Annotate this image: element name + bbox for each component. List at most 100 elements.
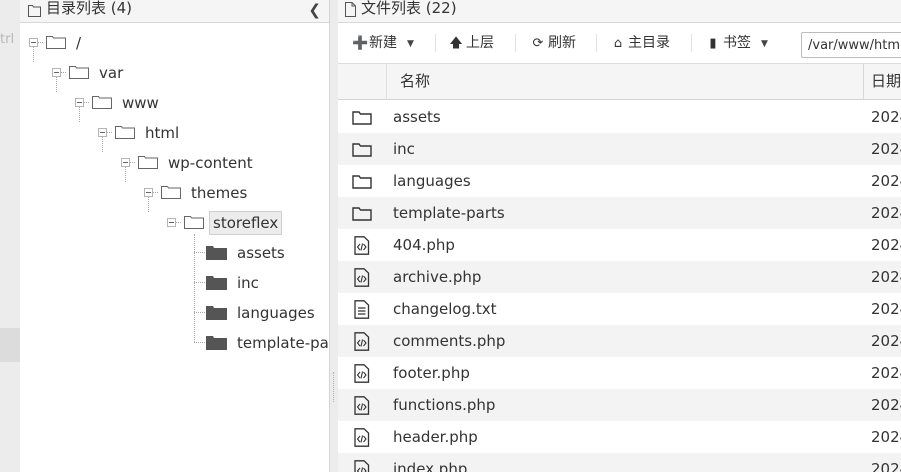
file-row-functions-php[interactable]: functions.php 2024 bbox=[338, 389, 901, 421]
file-date: 2024 bbox=[871, 364, 901, 382]
up-level-label: 上层 bbox=[466, 35, 494, 51]
file-name[interactable]: languages bbox=[393, 165, 471, 197]
tree-node-label[interactable]: themes bbox=[191, 180, 247, 206]
home-button[interactable]: ⌂ 主目录 bbox=[611, 29, 670, 57]
select-column-header[interactable] bbox=[338, 64, 387, 99]
file-name[interactable]: footer.php bbox=[393, 357, 470, 389]
file-row-archive-php[interactable]: archive.php 2024 bbox=[338, 261, 901, 293]
collapse-toggle-icon[interactable] bbox=[75, 98, 84, 107]
panel-resize-handle[interactable] bbox=[333, 372, 336, 402]
refresh-button[interactable]: ⟳ 刷新 bbox=[531, 29, 576, 57]
folder-icon bbox=[352, 111, 372, 125]
file-name[interactable]: 404.php bbox=[393, 229, 455, 261]
folder-outline-icon bbox=[28, 5, 41, 17]
text-file-icon bbox=[354, 300, 370, 319]
new-button[interactable]: ➕新建 ▼ bbox=[352, 29, 414, 57]
tree-node-label-selected[interactable]: storeflex bbox=[209, 211, 283, 235]
tree-node-html[interactable]: html bbox=[20, 120, 320, 146]
file-row-inc[interactable]: inc 2024 bbox=[338, 133, 901, 165]
folder-icon bbox=[352, 143, 372, 157]
column-header-date[interactable]: 日期 bbox=[871, 64, 901, 99]
file-row-languages[interactable]: languages 2024 bbox=[338, 165, 901, 197]
bookmark-label: 书签 bbox=[723, 35, 751, 51]
file-row-comments-php[interactable]: comments.php 2024 bbox=[338, 325, 901, 357]
folder-icon bbox=[206, 276, 227, 290]
tree-node-root[interactable]: / bbox=[20, 30, 320, 56]
file-name[interactable]: header.php bbox=[393, 421, 478, 453]
tree-node-themes[interactable]: themes bbox=[20, 180, 320, 206]
tree-node-label[interactable]: / bbox=[76, 30, 81, 56]
file-name[interactable]: inc bbox=[393, 133, 415, 165]
up-level-button[interactable]: 🡅 上层 bbox=[449, 29, 494, 57]
file-row-404-php[interactable]: 404.php 2024 bbox=[338, 229, 901, 261]
home-icon: ⌂ bbox=[613, 36, 623, 51]
folder-open-icon bbox=[161, 186, 181, 199]
tree-node-languages[interactable]: languages bbox=[20, 300, 320, 326]
code-file-icon bbox=[354, 332, 370, 351]
tree-node-www[interactable]: www bbox=[20, 90, 320, 116]
tree-node-label[interactable]: var bbox=[99, 60, 123, 86]
collapse-toggle-icon[interactable] bbox=[52, 68, 61, 77]
path-input[interactable] bbox=[801, 32, 901, 58]
bookmark-button[interactable]: ▮ 书签 ▼ bbox=[706, 29, 768, 57]
tree-node-assets[interactable]: assets bbox=[20, 240, 320, 266]
column-header-name[interactable]: 名称 bbox=[400, 64, 430, 99]
collapse-toggle-icon[interactable] bbox=[167, 218, 176, 227]
tree-node-label[interactable]: assets bbox=[237, 240, 285, 266]
column-divider bbox=[863, 64, 864, 99]
file-name[interactable]: comments.php bbox=[393, 325, 505, 357]
folder-icon bbox=[206, 306, 227, 320]
file-row-header-php[interactable]: header.php 2024 bbox=[338, 421, 901, 453]
collapse-toggle-icon[interactable] bbox=[121, 158, 130, 167]
collapse-toggle-icon[interactable] bbox=[29, 38, 38, 47]
tree-node-storeflex[interactable]: storeflex bbox=[20, 210, 320, 236]
folder-open-icon bbox=[184, 216, 204, 229]
file-row-changelog-txt[interactable]: changelog.txt 2024 bbox=[338, 293, 901, 325]
code-file-icon bbox=[354, 428, 370, 447]
file-row-assets[interactable]: assets 2024 bbox=[338, 101, 901, 133]
code-file-icon bbox=[354, 236, 370, 255]
tree-node-label[interactable]: wp-content bbox=[168, 150, 253, 176]
tree-node-inc[interactable]: inc bbox=[20, 270, 320, 296]
file-date: 2024 bbox=[871, 396, 901, 414]
tree-node-label[interactable]: html bbox=[145, 120, 179, 146]
arrow-up-icon: 🡅 bbox=[449, 36, 463, 51]
file-date: 2024 bbox=[871, 300, 901, 318]
file-name[interactable]: index.php bbox=[393, 453, 467, 472]
tree-node-label[interactable]: languages bbox=[237, 300, 315, 326]
folder-open-icon bbox=[46, 36, 66, 49]
file-name[interactable]: archive.php bbox=[393, 261, 481, 293]
file-name[interactable]: changelog.txt bbox=[393, 293, 496, 325]
file-outline-icon bbox=[345, 2, 356, 17]
toolbar-divider bbox=[691, 34, 692, 52]
file-date: 2024 bbox=[871, 460, 901, 472]
file-name[interactable]: functions.php bbox=[393, 389, 495, 421]
tree-node-label[interactable]: inc bbox=[237, 270, 259, 296]
tree-node-template-parts[interactable]: template-parts bbox=[20, 330, 329, 356]
toolbar-divider bbox=[515, 34, 516, 52]
tree-node-var[interactable]: var bbox=[20, 60, 320, 86]
folder-icon bbox=[206, 336, 227, 350]
folder-open-icon bbox=[69, 66, 89, 79]
refresh-label: 刷新 bbox=[548, 35, 576, 51]
file-panel-header: 文件列表 (22) bbox=[338, 0, 901, 23]
folder-open-icon bbox=[92, 96, 112, 109]
tree-node-label[interactable]: www bbox=[122, 90, 159, 116]
file-row-footer-php[interactable]: footer.php 2024 bbox=[338, 357, 901, 389]
file-panel-title: 文件列表 (22) bbox=[361, 0, 457, 17]
background-fragment: trl bbox=[0, 32, 15, 47]
file-date: 2024 bbox=[871, 268, 901, 286]
file-row-template-parts[interactable]: template-parts 2024 bbox=[338, 197, 901, 229]
collapse-toggle-icon[interactable] bbox=[98, 128, 107, 137]
tree-node-wp-content[interactable]: wp-content bbox=[20, 150, 320, 176]
file-table-header: 名称 日期 bbox=[338, 64, 901, 100]
collapse-toggle-icon[interactable] bbox=[144, 188, 153, 197]
file-date: 2024 bbox=[871, 236, 901, 254]
file-name[interactable]: template-parts bbox=[393, 197, 505, 229]
tree-node-label[interactable]: template-parts bbox=[237, 330, 329, 356]
chevron-left-icon[interactable]: ❮ bbox=[308, 1, 321, 19]
file-date: 2024 bbox=[871, 332, 901, 350]
file-name[interactable]: assets bbox=[393, 101, 441, 133]
code-file-icon bbox=[354, 364, 370, 383]
file-row-index-php[interactable]: index.php 2024 bbox=[338, 453, 901, 472]
